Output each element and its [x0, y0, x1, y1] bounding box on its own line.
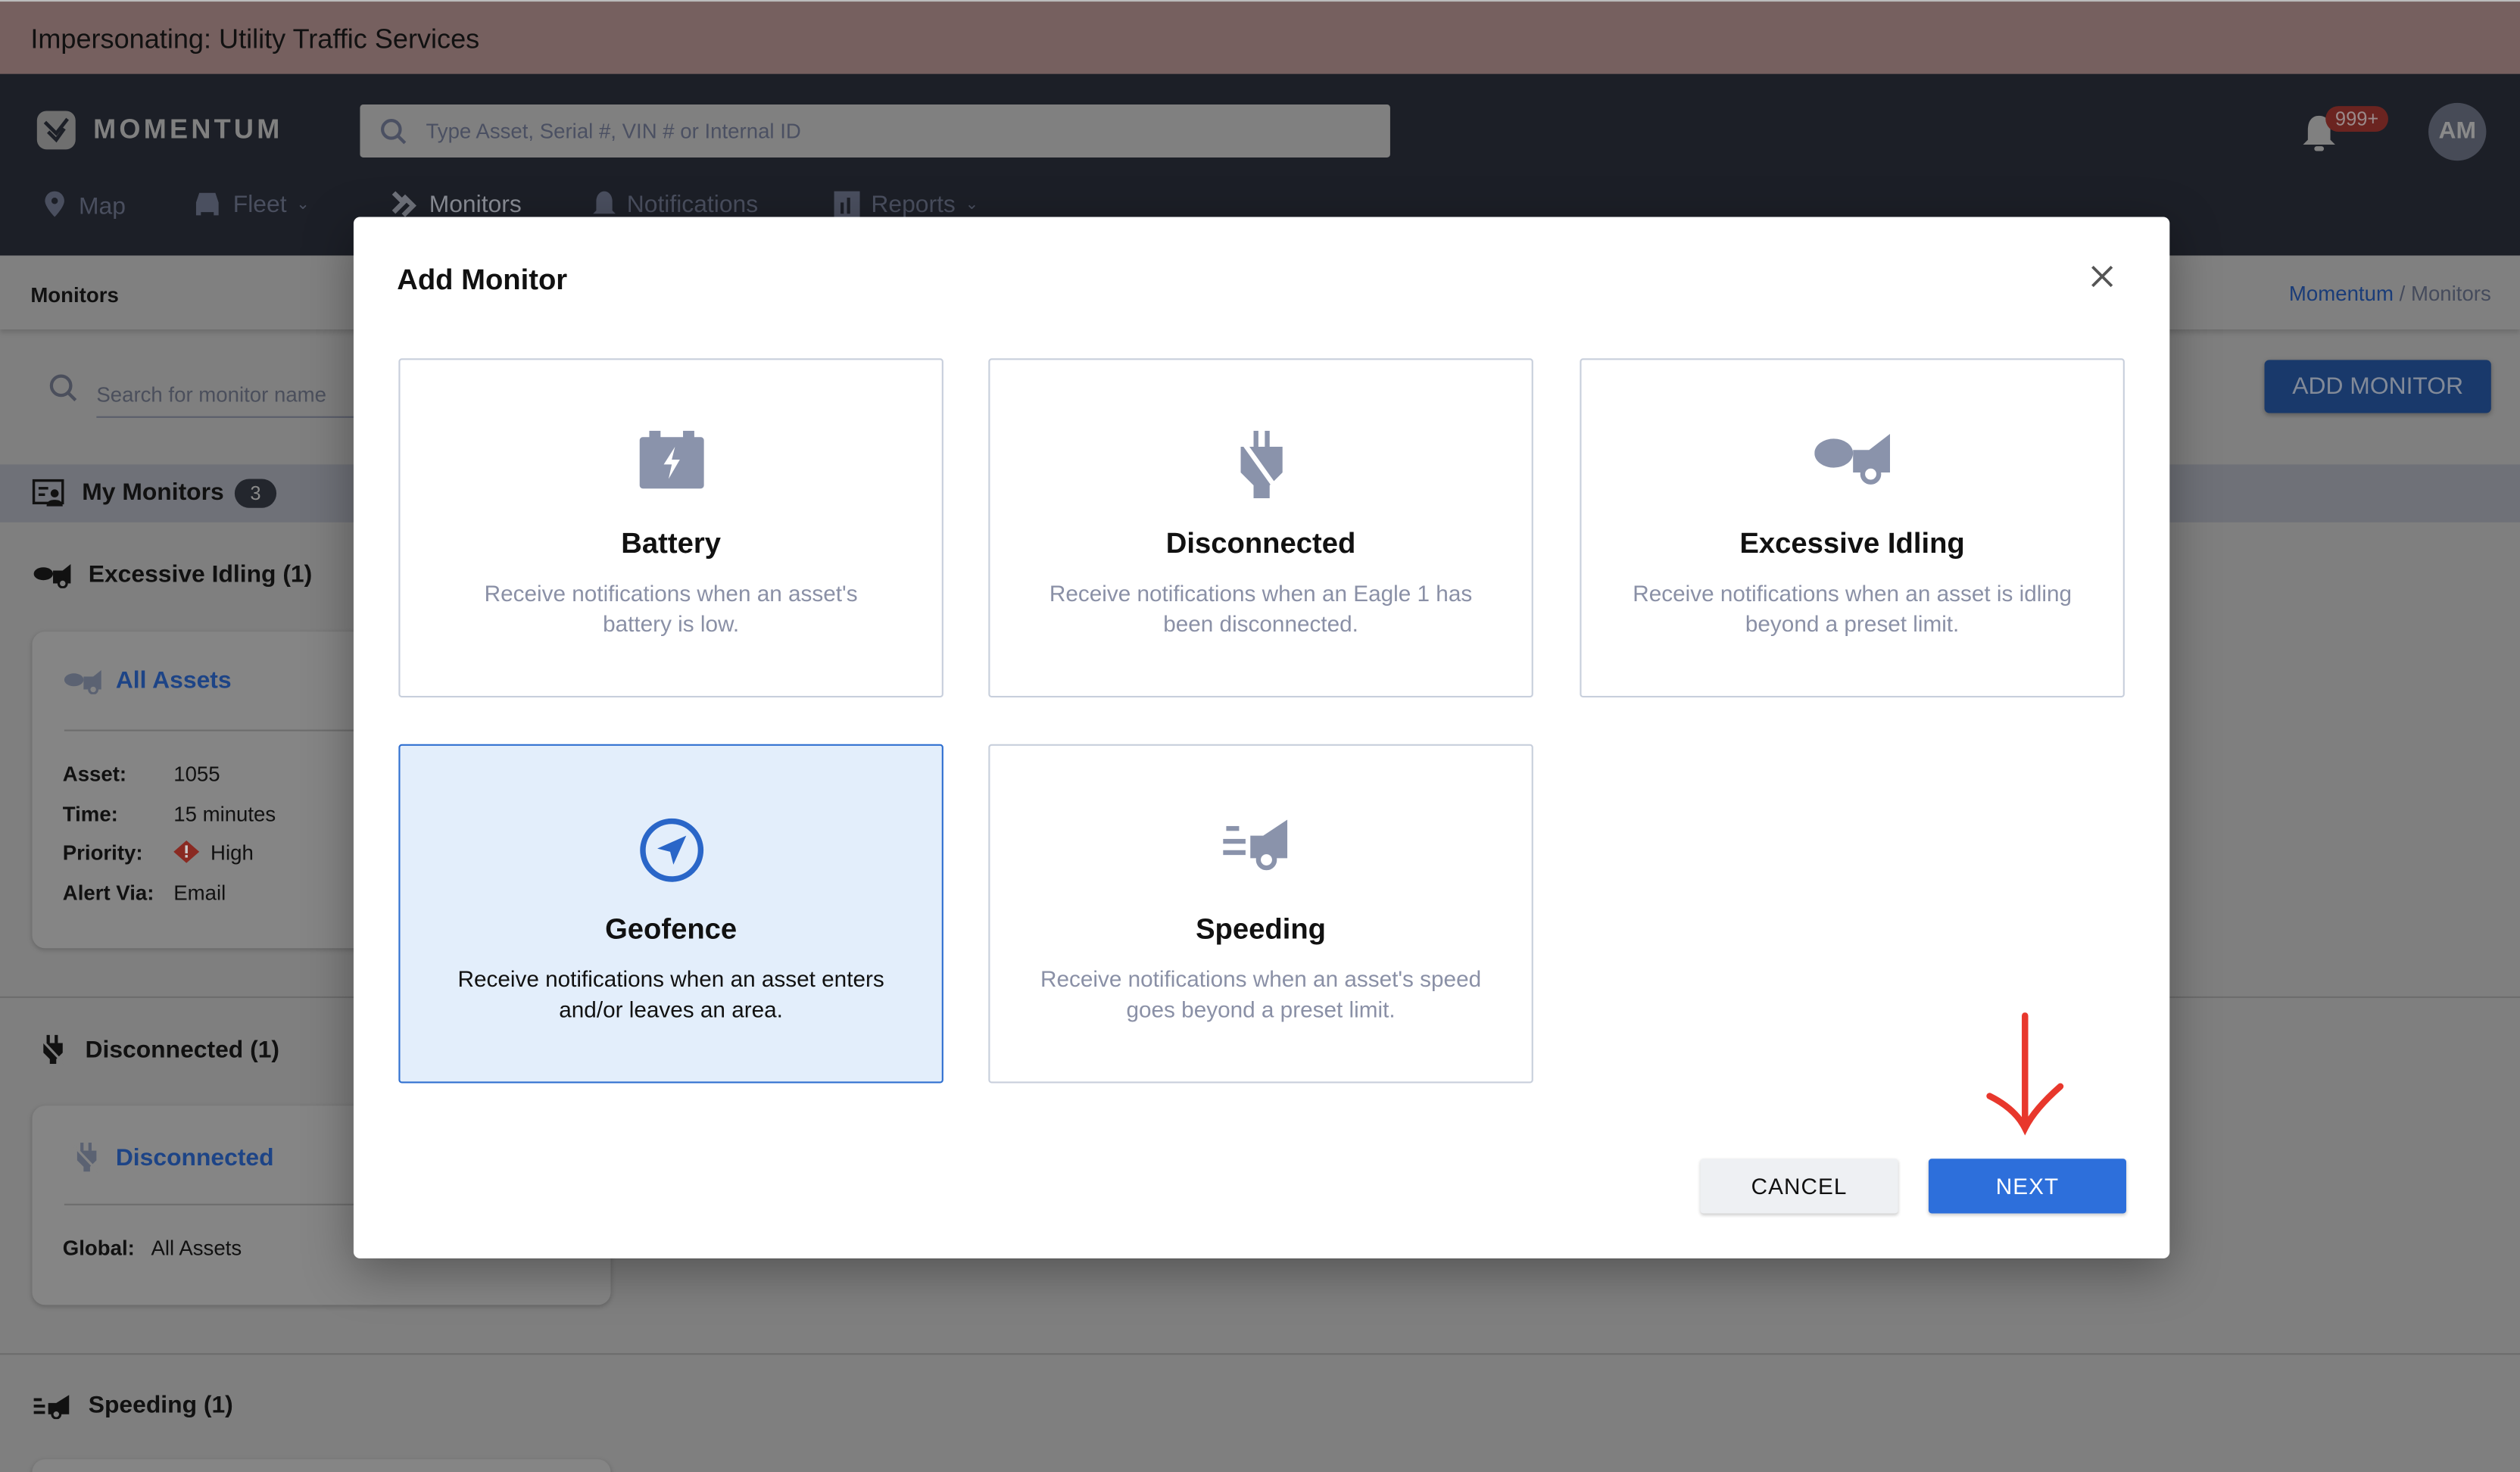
section-title: Disconnected (1): [85, 1035, 280, 1064]
card-header[interactable]: Disconnected: [70, 1141, 274, 1173]
breadcrumb-separator: /: [2393, 281, 2411, 306]
unplugged-icon: [73, 1143, 99, 1173]
my-monitors-label: My Monitors: [82, 479, 224, 507]
option-description: Receive notifications when an Eagle 1 ha…: [1049, 580, 1473, 637]
nav-notifications[interactable]: Notifications: [591, 189, 758, 218]
speeding-truck-icon: [33, 1394, 70, 1419]
option-title: Disconnected: [1165, 527, 1356, 560]
card-title: All Assets: [115, 666, 232, 694]
nav-label: Monitors: [429, 190, 522, 218]
option-description: Receive notifications when an asset ente…: [457, 965, 884, 1022]
section-speeding[interactable]: Speeding (1): [33, 1392, 233, 1420]
option-battery[interactable]: Battery Receive notifications when an as…: [398, 358, 943, 698]
nav-label: Notifications: [626, 190, 759, 218]
option-description: Receive notifications when an asset is i…: [1633, 580, 2072, 637]
monitor-list-icon: [32, 479, 64, 507]
field-global: Global: All Assets: [62, 1236, 242, 1261]
logo[interactable]: MOMENTUM: [36, 109, 283, 151]
section-title: Speeding (1): [88, 1392, 233, 1420]
page-title: Monitors: [30, 282, 119, 307]
section-disconnected[interactable]: Disconnected (1): [37, 1034, 279, 1065]
option-title: Excessive Idling: [1739, 527, 1965, 560]
nav-fleet[interactable]: Fleet ⌄: [192, 189, 310, 218]
breadcrumb: Momentum / Monitors: [2289, 281, 2491, 305]
search-placeholder: Type Asset, Serial #, VIN # or Internal …: [426, 119, 801, 143]
section-title: Excessive Idling (1): [88, 560, 313, 588]
option-title: Speeding: [1196, 912, 1327, 946]
global-search-input[interactable]: Type Asset, Serial #, VIN # or Internal …: [360, 104, 1390, 158]
close-icon[interactable]: [2089, 264, 2115, 289]
idling-truck-icon: [1814, 434, 1889, 485]
nav-map[interactable]: Map: [40, 189, 126, 221]
section-divider: [0, 1353, 2520, 1355]
option-disconnected[interactable]: Disconnected Receive notifications when …: [988, 358, 1533, 698]
field-alert-via: Alert Via: Email: [62, 881, 226, 905]
monitors-icon: [391, 191, 416, 217]
nav-label: Reports: [871, 190, 956, 218]
momentum-logo-icon: [36, 111, 76, 150]
chevron-down-icon: ⌄: [965, 195, 979, 214]
high-priority-icon: [173, 840, 200, 863]
option-title: Geofence: [605, 912, 738, 946]
map-pin-icon: [45, 191, 64, 217]
card-header[interactable]: All Assets: [64, 667, 232, 694]
option-description: Receive notifications when an asset's sp…: [1040, 965, 1482, 1022]
search-icon: [381, 119, 407, 145]
monitor-search-input[interactable]: Search for monitor name: [48, 373, 354, 418]
option-speeding[interactable]: Speeding Receive notifications when an a…: [988, 744, 1533, 1084]
add-monitor-button[interactable]: ADD MONITOR: [2264, 360, 2491, 413]
idling-truck-icon: [64, 669, 101, 694]
nav-label: Fleet: [232, 190, 287, 218]
nav-reports[interactable]: Reports ⌄: [832, 189, 978, 218]
notification-count-badge: 999+: [2325, 106, 2389, 133]
logo-text: MOMENTUM: [93, 114, 283, 145]
dialog-title: Add Monitor: [397, 264, 568, 296]
search-placeholder: Search for monitor name: [96, 382, 354, 418]
section-excessive-idling[interactable]: Excessive Idling (1): [33, 560, 313, 588]
speeding-truck-icon: [1222, 819, 1287, 871]
option-title: Battery: [621, 527, 721, 560]
add-monitor-dialog: Add Monitor Battery Receive notification…: [353, 217, 2170, 1258]
next-button[interactable]: NEXT: [1928, 1159, 2127, 1214]
car-icon: [195, 192, 219, 216]
banner-text: Impersonating: Utility Traffic Services: [30, 23, 480, 55]
field-asset: Asset: 1055: [62, 762, 220, 786]
unplugged-icon: [39, 1034, 66, 1065]
nav-label: Map: [79, 192, 126, 220]
user-avatar[interactable]: AM: [2428, 102, 2487, 161]
navigation-arrow-icon: [639, 818, 703, 882]
field-priority: Priority: High: [62, 840, 254, 865]
unplugged-icon: [1237, 430, 1283, 498]
breadcrumb-current: Monitors: [2410, 281, 2491, 306]
annotation-arrow-down-icon: [1986, 1012, 2064, 1136]
chart-icon: [834, 191, 860, 217]
card-title: Disconnected: [115, 1143, 274, 1171]
search-icon: [49, 374, 77, 401]
nav-monitors[interactable]: Monitors: [388, 189, 522, 218]
bell-icon: [593, 191, 616, 214]
option-description: Receive notifications when an asset's ba…: [484, 580, 858, 637]
idling-truck-icon: [33, 563, 71, 588]
field-time: Time: 15 minutes: [62, 802, 276, 826]
breadcrumb-root-link[interactable]: Momentum: [2289, 281, 2394, 305]
cancel-button[interactable]: CANCEL: [1700, 1159, 1898, 1214]
impersonation-banner: Impersonating: Utility Traffic Services: [0, 0, 2520, 74]
option-geofence[interactable]: Geofence Receive notifications when an a…: [398, 744, 943, 1084]
battery-icon: [638, 430, 703, 489]
my-monitors-count-badge: 3: [234, 479, 277, 508]
option-excessive-idling[interactable]: Excessive Idling Receive notifications w…: [1580, 358, 2125, 698]
chevron-down-icon: ⌄: [296, 195, 310, 214]
monitor-card[interactable]: [32, 1459, 611, 1472]
